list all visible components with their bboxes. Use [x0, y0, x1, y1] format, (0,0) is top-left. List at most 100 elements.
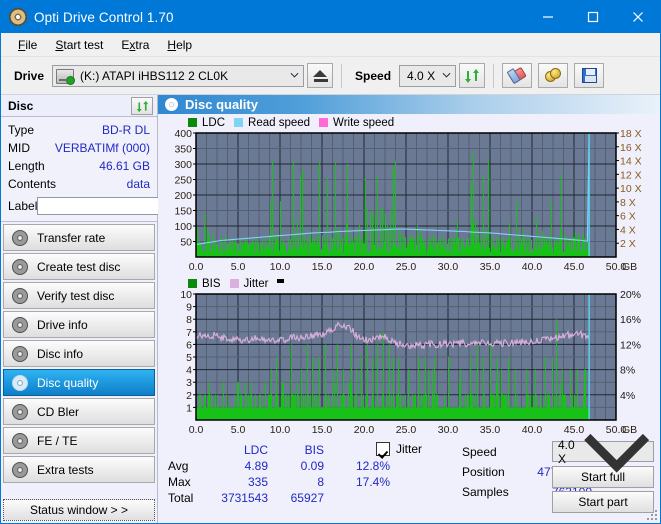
sidebar-item-fe-te[interactable]: FE / TE — [3, 427, 155, 454]
refresh-button[interactable] — [459, 63, 486, 88]
jitter-checkbox[interactable] — [376, 442, 390, 456]
maximize-icon[interactable] — [570, 1, 615, 33]
table-row: Total 3731543 65927 — [164, 490, 394, 506]
disc-info-row-contents: Contents data — [8, 175, 150, 193]
sidebar-item-label: Transfer rate — [37, 230, 106, 245]
disc-info-row-length: Length 46.61 GB — [8, 157, 150, 175]
sidebar-item-create-test-disc[interactable]: Create test disc — [3, 253, 155, 280]
svg-text:25.0: 25.0 — [396, 424, 417, 436]
sidebar-item-label: Drive info — [37, 317, 88, 332]
clear-button[interactable] — [502, 63, 533, 88]
svg-text:10.0: 10.0 — [270, 424, 291, 436]
speed-stat-label: Speed — [462, 445, 497, 459]
total-bis-value: 65927 — [290, 491, 324, 505]
avg-bis-value: 0.09 — [300, 459, 324, 473]
legend-label-write-speed: Write speed — [333, 116, 395, 129]
legend-swatch-ldc — [188, 118, 197, 127]
eject-button[interactable] — [307, 63, 334, 88]
window-controls — [525, 1, 660, 33]
toolbar-divider-2 — [493, 63, 495, 88]
sidebar-spacer — [1, 485, 157, 499]
disc-type-value: BD-R DL — [101, 123, 150, 137]
disc-icon — [12, 374, 28, 391]
sidebar-item-cd-bler[interactable]: CD Bler — [3, 398, 155, 425]
svg-text:8: 8 — [186, 314, 192, 326]
max-bis-value: 8 — [317, 475, 324, 489]
menu-help[interactable]: Help — [158, 35, 201, 55]
svg-text:200: 200 — [174, 190, 192, 202]
disc-quality-icon — [165, 98, 178, 111]
svg-text:15.0: 15.0 — [312, 261, 333, 273]
legend-swatch-jitter — [229, 279, 239, 288]
disc-icon — [12, 403, 28, 420]
close-icon[interactable] — [615, 1, 660, 33]
table-row: Max 335 8 17.4% — [164, 474, 394, 490]
disc-panel-title: Disc — [8, 98, 34, 113]
disc-length-value: 46.61 GB — [99, 159, 150, 173]
menu-extra[interactable]: Extra — [112, 35, 158, 55]
svg-text:45.0: 45.0 — [564, 261, 585, 273]
svg-text:40.0: 40.0 — [522, 424, 543, 436]
speed-select[interactable]: 4.0 X — [399, 64, 457, 87]
sidebar-item-disc-quality[interactable]: Disc quality — [3, 369, 155, 396]
panel-header: Disc quality — [158, 95, 660, 114]
disc-refresh-button[interactable] — [131, 97, 153, 115]
svg-text:20.0: 20.0 — [354, 424, 375, 436]
svg-text:1: 1 — [186, 402, 192, 414]
floppy-save-icon — [581, 68, 597, 83]
column-header-bis: BIS — [304, 443, 324, 457]
menu-start-test[interactable]: Start test — [46, 35, 112, 55]
sidebar-item-label: Create test disc — [37, 259, 121, 274]
refresh-icon — [465, 68, 480, 83]
stats-panel: LDC BIS Avg 4.89 0.09 12.8% Max 335 8 17… — [158, 433, 660, 513]
svg-text:35.0: 35.0 — [480, 424, 501, 436]
test-speed-value: 4.0 X — [558, 437, 575, 466]
menu-file[interactable]: File — [9, 35, 46, 55]
sidebar-item-drive-info[interactable]: Drive info — [3, 311, 155, 338]
svg-text:20%: 20% — [620, 290, 641, 301]
toolbar-divider-1 — [341, 63, 343, 88]
disc-icon — [12, 287, 28, 304]
drive-select[interactable]: (K:) ATAPI iHBS112 2 CL0K — [52, 64, 305, 87]
settings-button[interactable] — [538, 63, 569, 88]
svg-text:12 X: 12 X — [620, 169, 642, 181]
start-part-button[interactable]: Start part — [552, 491, 654, 513]
legend-label-ldc: LDC — [202, 116, 226, 129]
title-bar: Opti Drive Control 1.70 — [1, 1, 660, 33]
refresh-icon — [136, 100, 148, 112]
resize-grip[interactable] — [647, 510, 657, 520]
test-speed-select[interactable]: 4.0 X — [552, 433, 654, 473]
sidebar-item-label: Verify test disc — [37, 288, 115, 303]
minimize-icon[interactable] — [525, 1, 570, 33]
svg-text:4 X: 4 X — [620, 224, 636, 236]
drive-select-value: (K:) ATAPI iHBS112 2 CL0K — [80, 68, 229, 83]
svg-text:15.0: 15.0 — [312, 424, 333, 436]
save-button[interactable] — [574, 63, 605, 88]
svg-text:8 X: 8 X — [620, 197, 636, 209]
sidebar-item-disc-info[interactable]: Disc info — [3, 340, 155, 367]
sidebar-item-transfer-rate[interactable]: Transfer rate — [3, 224, 155, 251]
sidebar-item-label: Disc quality — [37, 375, 99, 390]
window-title: Opti Drive Control 1.70 — [34, 9, 174, 25]
disc-icon — [12, 461, 28, 478]
sidebar-item-verify-test-disc[interactable]: Verify test disc — [3, 282, 155, 309]
svg-text:10.0: 10.0 — [270, 261, 291, 273]
jitter-toggle[interactable]: Jitter — [376, 442, 422, 456]
column-header-ldc: LDC — [243, 443, 268, 457]
chevron-down-icon — [290, 72, 299, 78]
eject-bar — [314, 79, 329, 82]
row-label-max: Max — [168, 475, 191, 489]
svg-text:350: 350 — [174, 144, 192, 156]
chart-ldc-readspeed[interactable]: 400 350 300 250 200 150 100 50 18 X 16 X 14 X 12 X 1… — [160, 129, 658, 275]
disc-contents-label: Contents — [8, 177, 57, 191]
status-window-button[interactable]: Status window > > — [3, 499, 155, 521]
disc-contents-value: data — [126, 177, 150, 191]
disc-icon — [12, 432, 28, 449]
main-body: Disc Type BD-R DL MID VERBATIMf (000) Le… — [1, 95, 660, 523]
disc-label-row: Label — [8, 196, 241, 215]
svg-text:18 X: 18 X — [620, 129, 642, 140]
svg-text:12%: 12% — [620, 339, 641, 351]
sidebar-item-extra-tests[interactable]: Extra tests — [3, 456, 155, 483]
sidebar-item-label: CD Bler — [37, 404, 80, 419]
svg-text:10: 10 — [180, 290, 192, 301]
